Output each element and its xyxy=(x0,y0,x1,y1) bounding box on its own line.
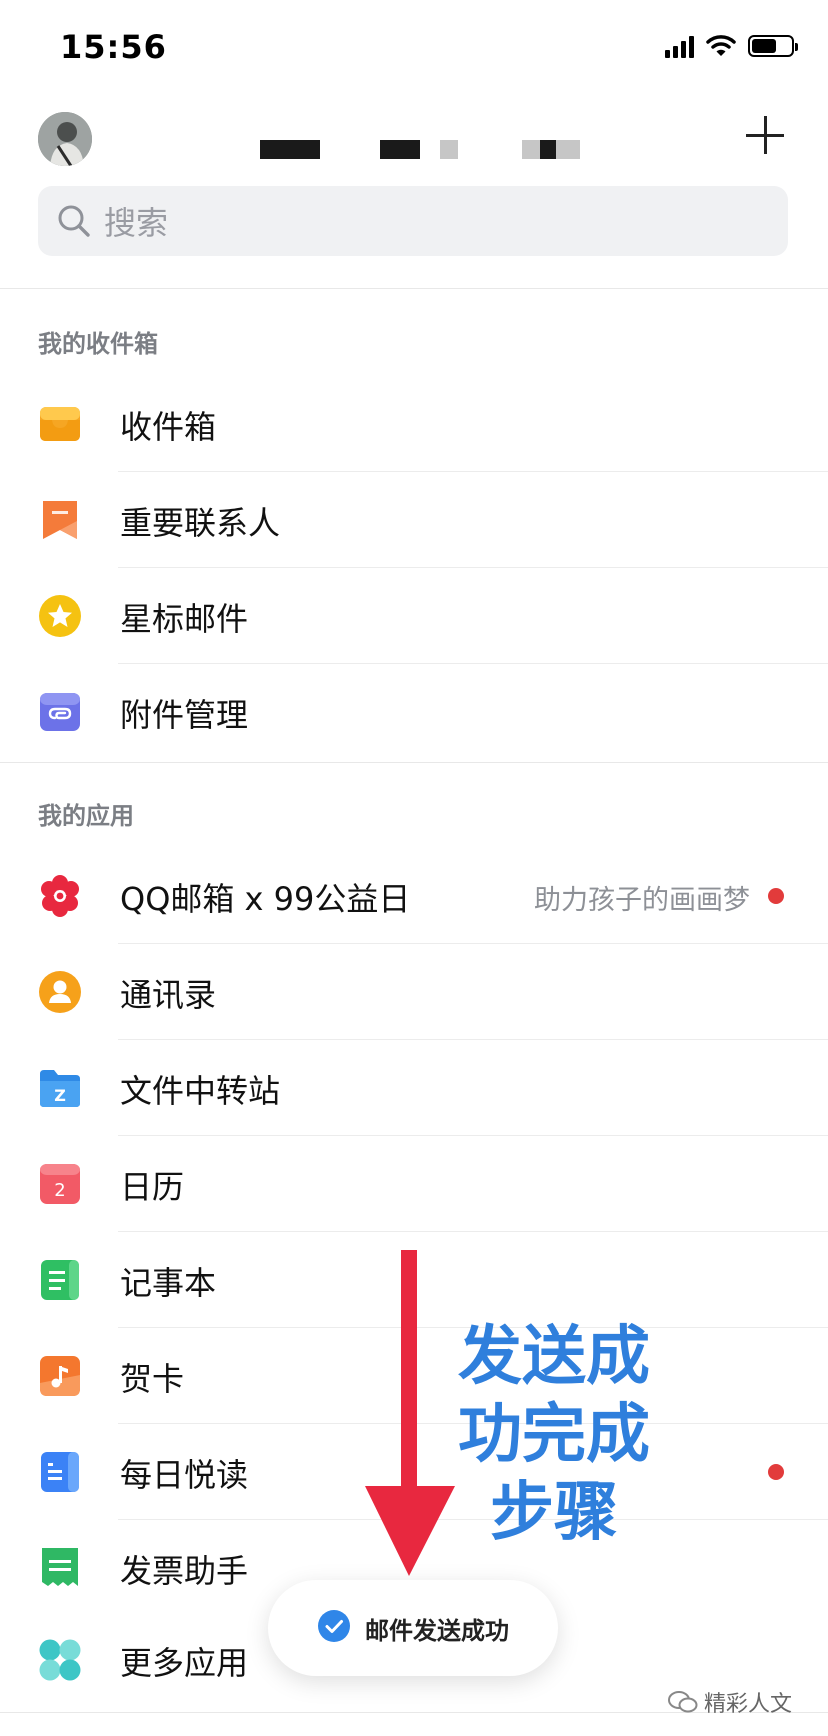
battery-icon xyxy=(748,35,798,57)
svg-text:Z: Z xyxy=(54,1086,66,1105)
notepad-icon xyxy=(38,1258,82,1302)
music-card-icon xyxy=(38,1354,82,1398)
watermark: 精彩人文 xyxy=(667,1686,792,1718)
wechat-icon xyxy=(667,1691,698,1713)
signal-icon xyxy=(665,34,694,58)
red-dot-badge xyxy=(768,1464,784,1480)
status-time: 15:56 xyxy=(60,28,167,66)
contacts-icon xyxy=(38,970,82,1014)
app-item-qqmail-charity[interactable]: QQ邮箱 x 99公益日 助力孩子的画画梦 xyxy=(0,848,828,944)
mailbox-item-attachments[interactable]: 附件管理 xyxy=(0,664,828,760)
status-bar: 15:56 xyxy=(0,0,828,100)
search-placeholder: 搜索 xyxy=(104,204,169,242)
calendar-icon: 2 xyxy=(38,1162,82,1206)
star-icon xyxy=(38,594,82,638)
app-item-label: 文件中转站 xyxy=(120,1072,281,1110)
invoice-icon xyxy=(38,1546,82,1590)
svg-text:2: 2 xyxy=(54,1180,65,1201)
reading-icon xyxy=(38,1450,82,1494)
section-title-mailbox: 我的收件箱 xyxy=(38,330,158,358)
search-bar[interactable]: 搜索 xyxy=(38,186,788,256)
status-icons xyxy=(665,34,798,58)
annotation-line-1: 发送成 xyxy=(458,1320,650,1394)
app-item-label: 更多应用 xyxy=(120,1644,249,1682)
toast-text: 邮件发送成功 xyxy=(365,1616,509,1645)
folder-icon: Z xyxy=(38,1066,82,1110)
app-item-note: 助力孩子的画画梦 xyxy=(534,885,750,916)
toast-send-success: 邮件发送成功 xyxy=(268,1580,558,1676)
check-circle-icon xyxy=(317,1609,351,1647)
flower-icon xyxy=(38,874,82,918)
avatar[interactable] xyxy=(38,112,92,166)
annotation-arrow xyxy=(365,1250,455,1576)
app-item-contacts[interactable]: 通讯录 xyxy=(0,944,828,1040)
wifi-icon xyxy=(706,35,736,56)
divider xyxy=(0,762,828,763)
divider xyxy=(0,288,828,289)
mailbox-item-label: 收件箱 xyxy=(120,408,217,446)
search-icon xyxy=(54,201,94,241)
watermark-text: 精彩人文 xyxy=(703,1692,792,1717)
inbox-icon xyxy=(38,402,82,446)
app-item-label: QQ邮箱 x 99公益日 xyxy=(120,880,411,918)
plus-icon[interactable] xyxy=(742,112,788,158)
app-item-label: 发票助手 xyxy=(120,1552,249,1590)
more-apps-icon xyxy=(38,1638,82,1682)
annotation-line-3: 步骤 xyxy=(490,1476,618,1550)
app-item-calendar[interactable]: 2 日历 xyxy=(0,1136,828,1232)
red-dot-badge xyxy=(768,888,784,904)
app-item-label: 日历 xyxy=(120,1168,185,1206)
bookmark-icon xyxy=(38,498,82,542)
mailbox-item-label: 附件管理 xyxy=(120,696,249,734)
app-item-label: 通讯录 xyxy=(120,976,217,1014)
mailbox-item-label: 重要联系人 xyxy=(120,504,281,542)
app-item-file-transfer[interactable]: Z 文件中转站 xyxy=(0,1040,828,1136)
attachment-icon xyxy=(38,690,82,734)
mailbox-item-label: 星标邮件 xyxy=(120,600,249,638)
app-item-label: 记事本 xyxy=(120,1264,217,1302)
mailbox-item-inbox[interactable]: 收件箱 xyxy=(0,376,828,472)
section-title-apps: 我的应用 xyxy=(38,802,134,830)
app-item-label: 贺卡 xyxy=(120,1360,185,1398)
app-item-label: 每日悦读 xyxy=(120,1456,249,1494)
mailbox-item-important-contacts[interactable]: 重要联系人 xyxy=(0,472,828,568)
mailbox-item-starred[interactable]: 星标邮件 xyxy=(0,568,828,664)
annotation-line-2: 功完成 xyxy=(458,1398,650,1472)
